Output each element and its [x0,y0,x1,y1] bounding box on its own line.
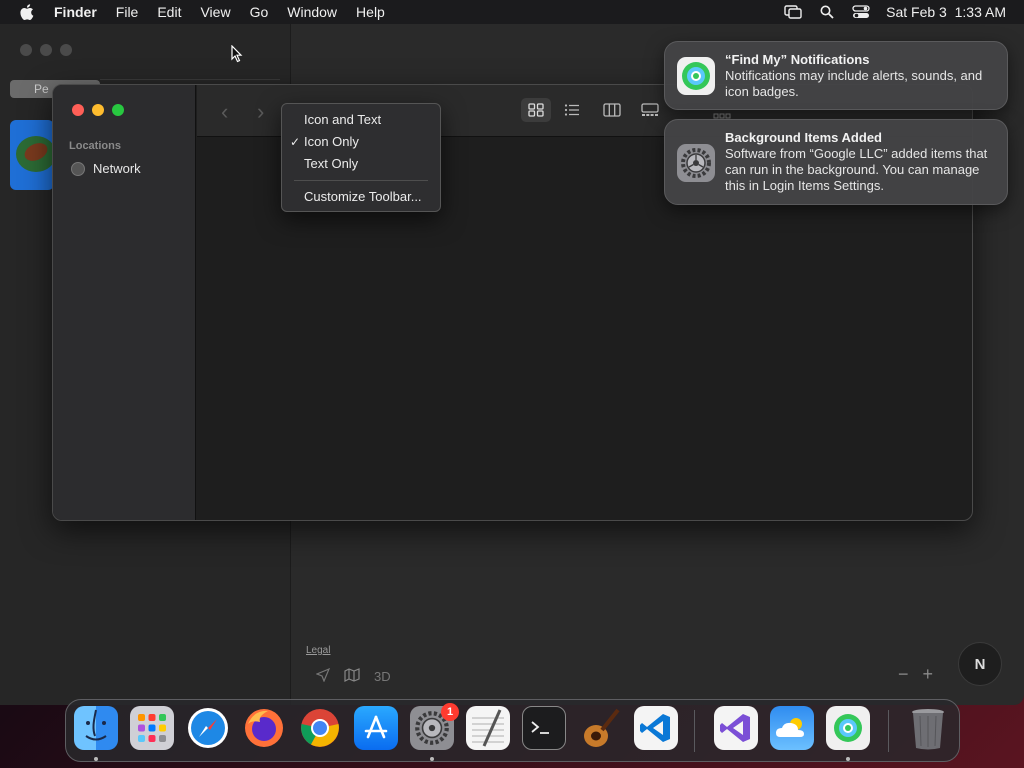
menu-help[interactable]: Help [356,4,385,20]
chrome-dock-icon[interactable] [298,706,342,750]
location-arrow-icon[interactable] [315,667,331,685]
trash-dock-icon[interactable] [906,706,950,750]
notification-background-items[interactable]: Background Items Added Software from “Go… [664,119,1008,205]
menu-item-customize-toolbar[interactable]: Customize Toolbar... [282,186,440,208]
notification-body: Software from “Google LLC” added items t… [725,146,988,193]
finder-dock-icon[interactable] [74,706,118,750]
guide-thumbnail[interactable] [10,120,54,190]
vscode-dock-icon[interactable] [634,706,678,750]
grid-icon [528,103,544,117]
notification-title: “Find My” Notifications [725,52,870,67]
column-view-button[interactable] [597,98,627,122]
menu-view[interactable]: View [200,4,230,20]
spotlight-search-icon[interactable] [818,4,836,20]
list-icon [564,104,579,116]
sidebar-item-network[interactable]: Network [71,161,141,176]
sidebar-item-label: Network [93,161,141,176]
app-store-dock-icon[interactable] [354,706,398,750]
notification-badge: 1 [441,703,459,721]
compass[interactable]: N [958,642,1002,686]
3d-button[interactable]: 3D [374,669,391,684]
menu-item-icon-only[interactable]: ✓ Icon Only [282,131,440,153]
menu-app-name[interactable]: Finder [54,4,97,20]
close-button[interactable] [20,44,32,56]
window-controls [72,104,124,116]
map-icon[interactable] [344,667,360,685]
garageband-dock-icon[interactable] [578,706,622,750]
launchpad-dock-icon[interactable] [130,706,174,750]
running-indicator [94,757,98,761]
football-image [16,136,54,172]
map-controls: 3D [315,664,391,688]
list-view-button[interactable] [557,98,587,122]
menu-item-label: Text Only [304,156,359,171]
back-button[interactable]: ‹ [221,99,228,125]
divider [100,79,280,80]
menu-window[interactable]: Window [287,4,337,20]
dock-separator [694,710,695,752]
menu-item-icon-and-text[interactable]: Icon and Text [282,109,440,131]
safari-dock-icon[interactable] [186,706,230,750]
visual-studio-dock-icon[interactable] [714,706,758,750]
globe-icon [71,161,85,176]
columns-icon [603,103,621,117]
zoom-in-button[interactable]: + [923,664,934,685]
menu-edit[interactable]: Edit [157,4,181,20]
apple-menu-icon[interactable] [16,1,38,23]
notification-title: Background Items Added [725,130,882,145]
sidebar-section-locations: Locations [69,140,121,152]
menu-item-text-only[interactable]: Text Only [282,153,440,175]
forward-button[interactable]: › [257,99,264,125]
firefox-dock-icon[interactable] [242,706,286,750]
running-indicator [846,757,850,761]
menu-file[interactable]: File [116,4,139,20]
menubar-clock[interactable]: Sat Feb 3 1:33 AM [886,4,1006,20]
checkmark-icon: ✓ [290,135,301,149]
menu-item-label: Icon Only [304,134,359,149]
maps-window-controls [20,44,72,56]
running-indicator [430,757,434,761]
menu-item-label: Icon and Text [304,112,382,127]
menu-go[interactable]: Go [250,4,269,20]
zoom-button[interactable] [60,44,72,56]
gallery-view-button[interactable] [635,98,665,122]
weather-dock-icon[interactable] [770,706,814,750]
menu-separator [294,180,428,181]
minimize-button[interactable] [40,44,52,56]
zoom-controls: − + [898,664,933,685]
icon-view-button[interactable] [521,98,551,122]
dock-separator [888,710,889,752]
find-my-icon [677,57,715,95]
screen-mirroring-icon[interactable] [784,4,802,20]
menu-bar: Finder File Edit View Go Window Help Sat… [0,0,1024,24]
menu-item-label: Customize Toolbar... [304,189,422,204]
gallery-icon [641,103,659,116]
minimize-button[interactable] [92,104,104,116]
find-my-dock-icon[interactable] [826,706,870,750]
toolbar-context-menu: Icon and Text ✓ Icon Only Text Only Cust… [281,103,441,212]
notification-body: Notifications may include alerts, sounds… [725,68,983,99]
settings-gear-icon [677,144,715,182]
mouse-cursor-icon [231,45,243,63]
notification-find-my[interactable]: “Find My” Notifications Notifications ma… [664,41,1008,110]
fullscreen-button[interactable] [112,104,124,116]
legal-link[interactable]: Legal [306,645,330,656]
close-button[interactable] [72,104,84,116]
terminal-dock-icon[interactable] [522,706,566,750]
finder-sidebar: Locations Network [53,85,196,520]
zoom-out-button[interactable]: − [898,664,909,685]
textedit-dock-icon[interactable] [466,706,510,750]
control-center-icon[interactable] [852,4,870,20]
group-icon [713,113,731,119]
dock: 1 [65,699,960,762]
